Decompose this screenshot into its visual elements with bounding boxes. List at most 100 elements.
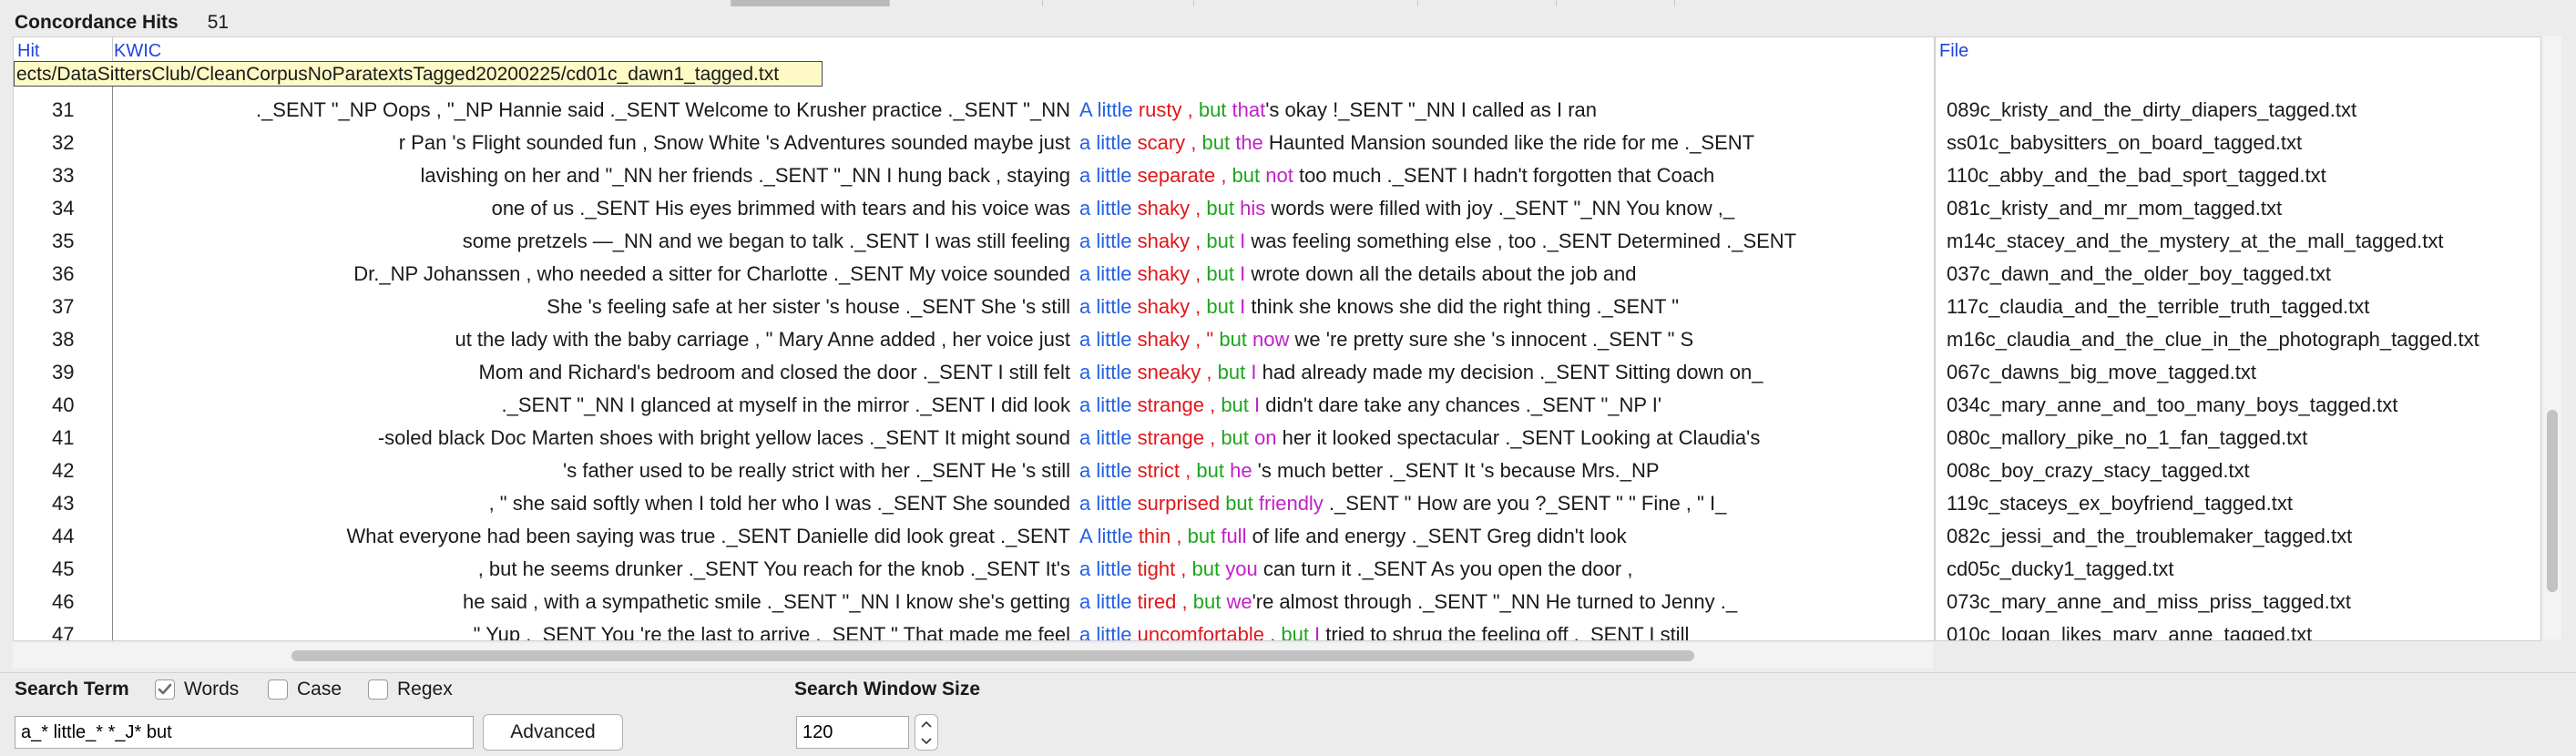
check-icon[interactable] xyxy=(155,679,175,700)
table-row[interactable]: 42's father used to be really strict wit… xyxy=(14,455,1934,487)
file-cell[interactable]: 010c_logan_likes_mary_anne_tagged.txt xyxy=(1936,618,2540,640)
file-cell[interactable]: cd05c_ducky1_tagged.txt xyxy=(1936,553,2540,586)
checkbox-box[interactable] xyxy=(268,679,288,700)
tab-segment[interactable] xyxy=(1417,0,1557,6)
chevron-down-icon[interactable] xyxy=(915,732,937,750)
table-row[interactable]: 32 r Pan 's Flight sounded fun , Snow Whi… xyxy=(14,127,1934,159)
tab-segment-active[interactable] xyxy=(731,0,890,6)
kwic-segment: a little xyxy=(1079,426,1138,449)
file-cell[interactable]: m16c_claudia_and_the_clue_in_the_photogr… xyxy=(1936,323,2540,356)
kwic-segment: thin , xyxy=(1138,525,1188,547)
kwic-segment: a little xyxy=(1079,131,1138,154)
kwic-segment: strange , xyxy=(1137,393,1222,416)
kwic-match: a little uncomfortable , but I tried to … xyxy=(1079,618,1690,641)
file-cell[interactable]: 110c_abby_and_the_bad_sport_tagged.txt xyxy=(1936,159,2540,192)
left-context: -soled black Doc Marten shoes with brigh… xyxy=(377,426,1070,449)
vertical-scrollbar[interactable] xyxy=(2543,36,2561,639)
table-row[interactable]: 34 one of us ._SENT His eyes brimmed with… xyxy=(14,192,1934,225)
table-row[interactable]: 37 She 's feeling safe at her sister 's h… xyxy=(14,291,1934,323)
table-row[interactable]: 31 ._SENT "_NP Oops , "_NP Hannie said ._… xyxy=(14,94,1934,127)
kwic-segment: shaky , xyxy=(1137,230,1207,252)
table-row[interactable]: 45, but he seems drunker ._SENT You reac… xyxy=(14,553,1934,586)
panel-divider xyxy=(0,672,2576,673)
hits-title: Concordance Hits xyxy=(15,12,179,33)
kwic-match: a little surprised but friendly ._SENT "… xyxy=(1079,487,1726,520)
file-column[interactable]: File 089c_kristy_and_the_dirty_diapers_t… xyxy=(1935,36,2541,641)
left-context: " Yup ._SENT You 're the last to arrive … xyxy=(473,623,1070,641)
file-cell[interactable]: 082c_jessi_and_the_troublemaker_tagged.t… xyxy=(1936,520,2540,553)
kwic-match: a little shaky , but I was feeling somet… xyxy=(1079,225,1796,258)
chevron-up-icon[interactable] xyxy=(915,715,937,732)
table-row[interactable]: 40 ._SENT "_NN I glanced at myself in the… xyxy=(14,389,1934,422)
kwic-segment: full xyxy=(1221,525,1247,547)
vertical-scroll-thumb[interactable] xyxy=(2547,410,2558,592)
file-cell[interactable]: 067c_dawns_big_move_tagged.txt xyxy=(1936,356,2540,389)
kwic-segment: but xyxy=(1281,623,1315,641)
kwic-segment: a little xyxy=(1079,197,1138,220)
kwic-segment: the xyxy=(1235,131,1263,154)
file-cell[interactable]: 037c_dawn_and_the_older_boy_tagged.txt xyxy=(1936,258,2540,291)
file-cell[interactable]: 119c_staceys_ex_boyfriend_tagged.txt xyxy=(1936,487,2540,520)
kwic-segment: you xyxy=(1225,557,1258,580)
search-term-input[interactable] xyxy=(15,716,474,749)
file-cell[interactable]: 008c_boy_crazy_stacy_tagged.txt xyxy=(1936,455,2540,487)
regex-checkbox[interactable]: Regex xyxy=(368,676,453,703)
file-rows: 089c_kristy_and_the_dirty_diapers_tagged… xyxy=(1936,94,2540,640)
window-size-stepper[interactable] xyxy=(915,714,938,751)
checkbox-box[interactable] xyxy=(368,679,388,700)
table-row[interactable]: 35 some pretzels —_NN and we began to tal… xyxy=(14,225,1934,258)
kwic-segment: of life and energy ._SENT Greg didn't lo… xyxy=(1246,525,1627,547)
horizontal-scroll-thumb[interactable] xyxy=(291,650,1694,661)
words-checkbox[interactable]: Words xyxy=(155,676,239,703)
file-cell[interactable]: 117c_claudia_and_the_terrible_truth_tagg… xyxy=(1936,291,2540,323)
kwic-segment: his xyxy=(1240,197,1266,220)
kwic-match: a little shaky , but I wrote down all th… xyxy=(1079,258,1637,291)
kwic-segment: but xyxy=(1225,492,1259,515)
column-header-kwic[interactable]: KWIC xyxy=(114,41,161,63)
advanced-button[interactable]: Advanced xyxy=(483,714,623,751)
kwic-segment: but xyxy=(1206,262,1241,285)
kwic-segment: tried to shrug the feeling off ._SENT I … xyxy=(1320,623,1690,641)
file-cell[interactable]: m14c_stacey_and_the_mystery_at_the_mall_… xyxy=(1936,225,2540,258)
kwic-segment: 's much better ._SENT It 's because Mrs.… xyxy=(1252,459,1660,482)
kwic-segment: now xyxy=(1252,328,1290,351)
horizontal-scrollbar[interactable] xyxy=(13,643,1933,669)
table-row[interactable]: 39 Mom and Richard's bedroom and closed t… xyxy=(14,356,1934,389)
tab-segment[interactable] xyxy=(1042,0,1194,6)
table-row[interactable]: 43, " she said softly when I told her wh… xyxy=(14,487,1934,520)
tab-segment[interactable] xyxy=(889,0,1043,6)
file-cell[interactable]: 034c_mary_anne_and_too_many_boys_tagged.… xyxy=(1936,389,2540,422)
kwic-match: a little sneaky , but I had already made… xyxy=(1079,356,1763,389)
file-cell[interactable]: 089c_kristy_and_the_dirty_diapers_tagged… xyxy=(1936,94,2540,127)
file-cell[interactable]: ss01c_babysitters_on_board_tagged.txt xyxy=(1936,127,2540,159)
kwic-segment: that xyxy=(1232,98,1266,121)
case-checkbox[interactable]: Case xyxy=(268,676,342,703)
kwic-segment: we xyxy=(1226,590,1252,613)
table-row[interactable]: 38 ut the lady with the baby carriage , "… xyxy=(14,323,1934,356)
table-row[interactable]: 44 What everyone had been saying was true… xyxy=(14,520,1934,553)
file-cell[interactable]: 080c_mallory_pike_no_1_fan_tagged.txt xyxy=(1936,422,2540,455)
file-cell[interactable]: 081c_kristy_and_mr_mom_tagged.txt xyxy=(1936,192,2540,225)
kwic-segment: a little xyxy=(1079,328,1138,351)
kwic-segment: but xyxy=(1201,131,1236,154)
kwic-segment: had already made my decision ._SENT Sitt… xyxy=(1256,361,1763,383)
kwic-segment: a little xyxy=(1079,393,1138,416)
file-cell[interactable]: 073c_mary_anne_and_miss_priss_tagged.txt xyxy=(1936,586,2540,618)
table-rows: 31 ._SENT "_NP Oops , "_NP Hannie said ._… xyxy=(14,94,1934,641)
kwic-segment: a little xyxy=(1079,459,1138,482)
table-row[interactable]: 47 " Yup ._SENT You 're the last to arriv… xyxy=(14,618,1934,641)
tab-segment[interactable] xyxy=(1556,0,1675,6)
tab-segment[interactable] xyxy=(1193,0,1418,6)
table-row[interactable]: 33 lavishing on her and "_NN her friends … xyxy=(14,159,1934,192)
window-size-input[interactable] xyxy=(796,716,909,749)
column-header-file[interactable]: File xyxy=(1939,41,1968,63)
tab-segment[interactable] xyxy=(1674,0,1839,6)
kwic-match: a little scary , but the Haunted Mansion… xyxy=(1079,127,1754,159)
left-context: She 's feeling safe at her sister 's hou… xyxy=(547,295,1070,318)
table-row[interactable]: 41 -soled black Doc Marten shoes with bri… xyxy=(14,422,1934,455)
table-row[interactable]: 46 he said , with a sympathetic smile ._S… xyxy=(14,586,1934,618)
table-row[interactable]: 36 Dr._NP Johanssen , who needed a sitter… xyxy=(14,258,1934,291)
kwic-segment: he xyxy=(1230,459,1252,482)
concordance-table[interactable]: Hit KWIC ects/DataSittersClub/CleanCorpu… xyxy=(13,36,1935,641)
column-header-hit[interactable]: Hit xyxy=(17,41,39,63)
